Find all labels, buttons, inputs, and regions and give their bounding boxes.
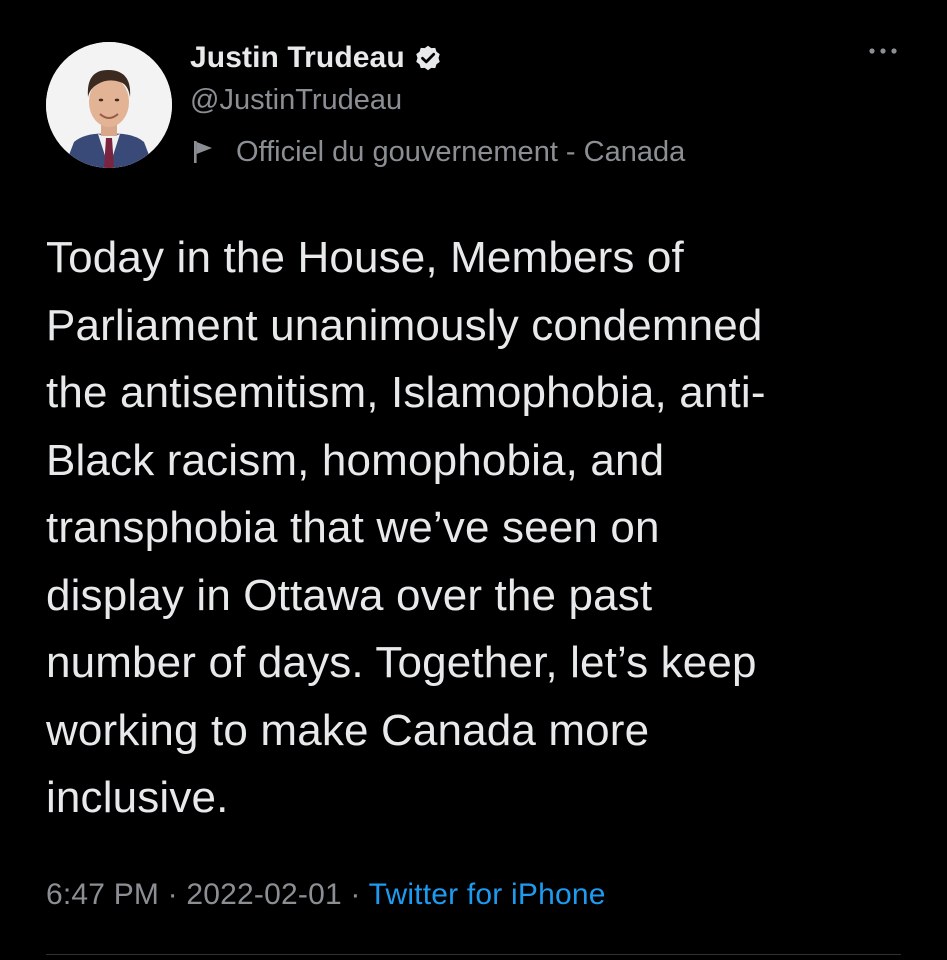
meta-separator: · <box>341 878 369 911</box>
user-handle[interactable]: @JustinTrudeau <box>190 81 685 119</box>
display-name[interactable]: Justin Trudeau <box>190 41 405 75</box>
tweet-text: Today in the House, Members of Parliamen… <box>46 233 766 822</box>
meta-separator: · <box>159 878 187 911</box>
affiliation-text: Officiel du gouvernement - Canada <box>236 135 686 168</box>
government-flag-icon <box>192 139 216 165</box>
tweet-metadata: 6:47 PM · 2022-02-01 · Twitter for iPhon… <box>46 878 606 912</box>
more-options-icon[interactable] <box>867 44 899 56</box>
affiliation-label: Officiel du gouvernement - Canada <box>190 133 685 171</box>
tweet-date[interactable]: 2022-02-01 <box>186 878 341 911</box>
avatar-photo <box>46 42 172 168</box>
name-row: Justin Trudeau <box>190 38 685 78</box>
divider <box>46 954 901 955</box>
tweet-source-link[interactable]: Twitter for iPhone <box>369 878 606 911</box>
avatar[interactable] <box>46 42 172 168</box>
tweet-time[interactable]: 6:47 PM <box>46 878 159 911</box>
tweet-header: Justin Trudeau @JustinTrudeau Officiel d… <box>190 38 685 171</box>
verified-badge-icon <box>413 43 443 73</box>
